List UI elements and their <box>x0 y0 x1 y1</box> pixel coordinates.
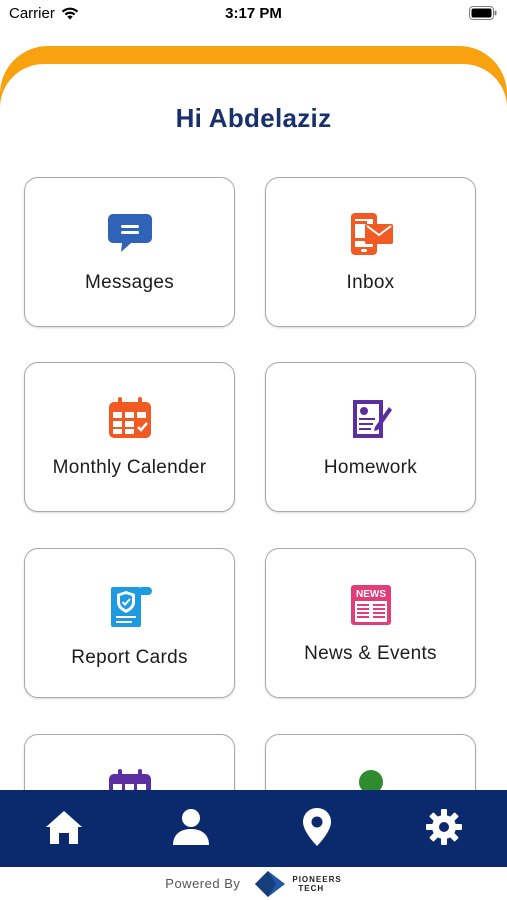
newspaper-icon: NEWS <box>266 583 475 627</box>
phone-mail-icon <box>266 212 475 256</box>
location-pin-icon <box>303 808 331 846</box>
tile-label: News & Events <box>304 643 437 664</box>
homework-icon <box>266 397 475 441</box>
svg-text:NEWS: NEWS <box>356 589 386 600</box>
calendar-icon <box>25 397 234 439</box>
calendar-icon <box>25 769 234 790</box>
tile-label: Inbox <box>346 272 395 293</box>
brand-logo: PIONEERS TECH <box>254 870 341 898</box>
tile-homework[interactable]: Homework <box>265 362 476 512</box>
brand-name: PIONEERS TECH <box>292 875 341 893</box>
home-icon <box>46 811 82 844</box>
nav-location-button[interactable] <box>294 804 340 850</box>
gear-icon <box>426 809 462 845</box>
tile-news-events[interactable]: NEWS News & Events <box>265 548 476 698</box>
bottom-nav-bar <box>0 790 507 867</box>
tile-profile[interactable] <box>265 734 476 790</box>
user-icon <box>173 809 209 845</box>
nav-settings-button[interactable] <box>421 804 467 850</box>
report-card-icon <box>25 583 234 629</box>
tile-label: Messages <box>85 272 174 293</box>
tile-label: Homework <box>323 457 418 478</box>
person-icon <box>266 769 475 790</box>
brand-line-2: TECH <box>298 883 325 893</box>
message-bubble-icon <box>25 212 234 256</box>
brand-line-1: PIONEERS <box>292 874 342 884</box>
tile-monthly-calendar[interactable]: Monthly Calender <box>24 362 235 512</box>
powered-by-label: Powered By <box>165 876 241 891</box>
tile-report-cards[interactable]: Report Cards <box>24 548 235 698</box>
tile-schedule[interactable] <box>24 734 235 790</box>
footer: Powered By PIONEERS TECH <box>0 867 507 900</box>
nav-profile-button[interactable] <box>168 804 214 850</box>
pioneers-logo-icon <box>255 870 286 897</box>
tile-messages[interactable]: Messages <box>24 177 235 327</box>
tile-inbox[interactable]: Inbox <box>265 177 476 327</box>
nav-home-button[interactable] <box>41 804 87 850</box>
menu-grid: Messages Inbox Monthly Calender Homework… <box>0 0 507 790</box>
tile-label: Report Cards <box>71 647 188 668</box>
tile-label: Monthly Calender <box>52 457 207 478</box>
